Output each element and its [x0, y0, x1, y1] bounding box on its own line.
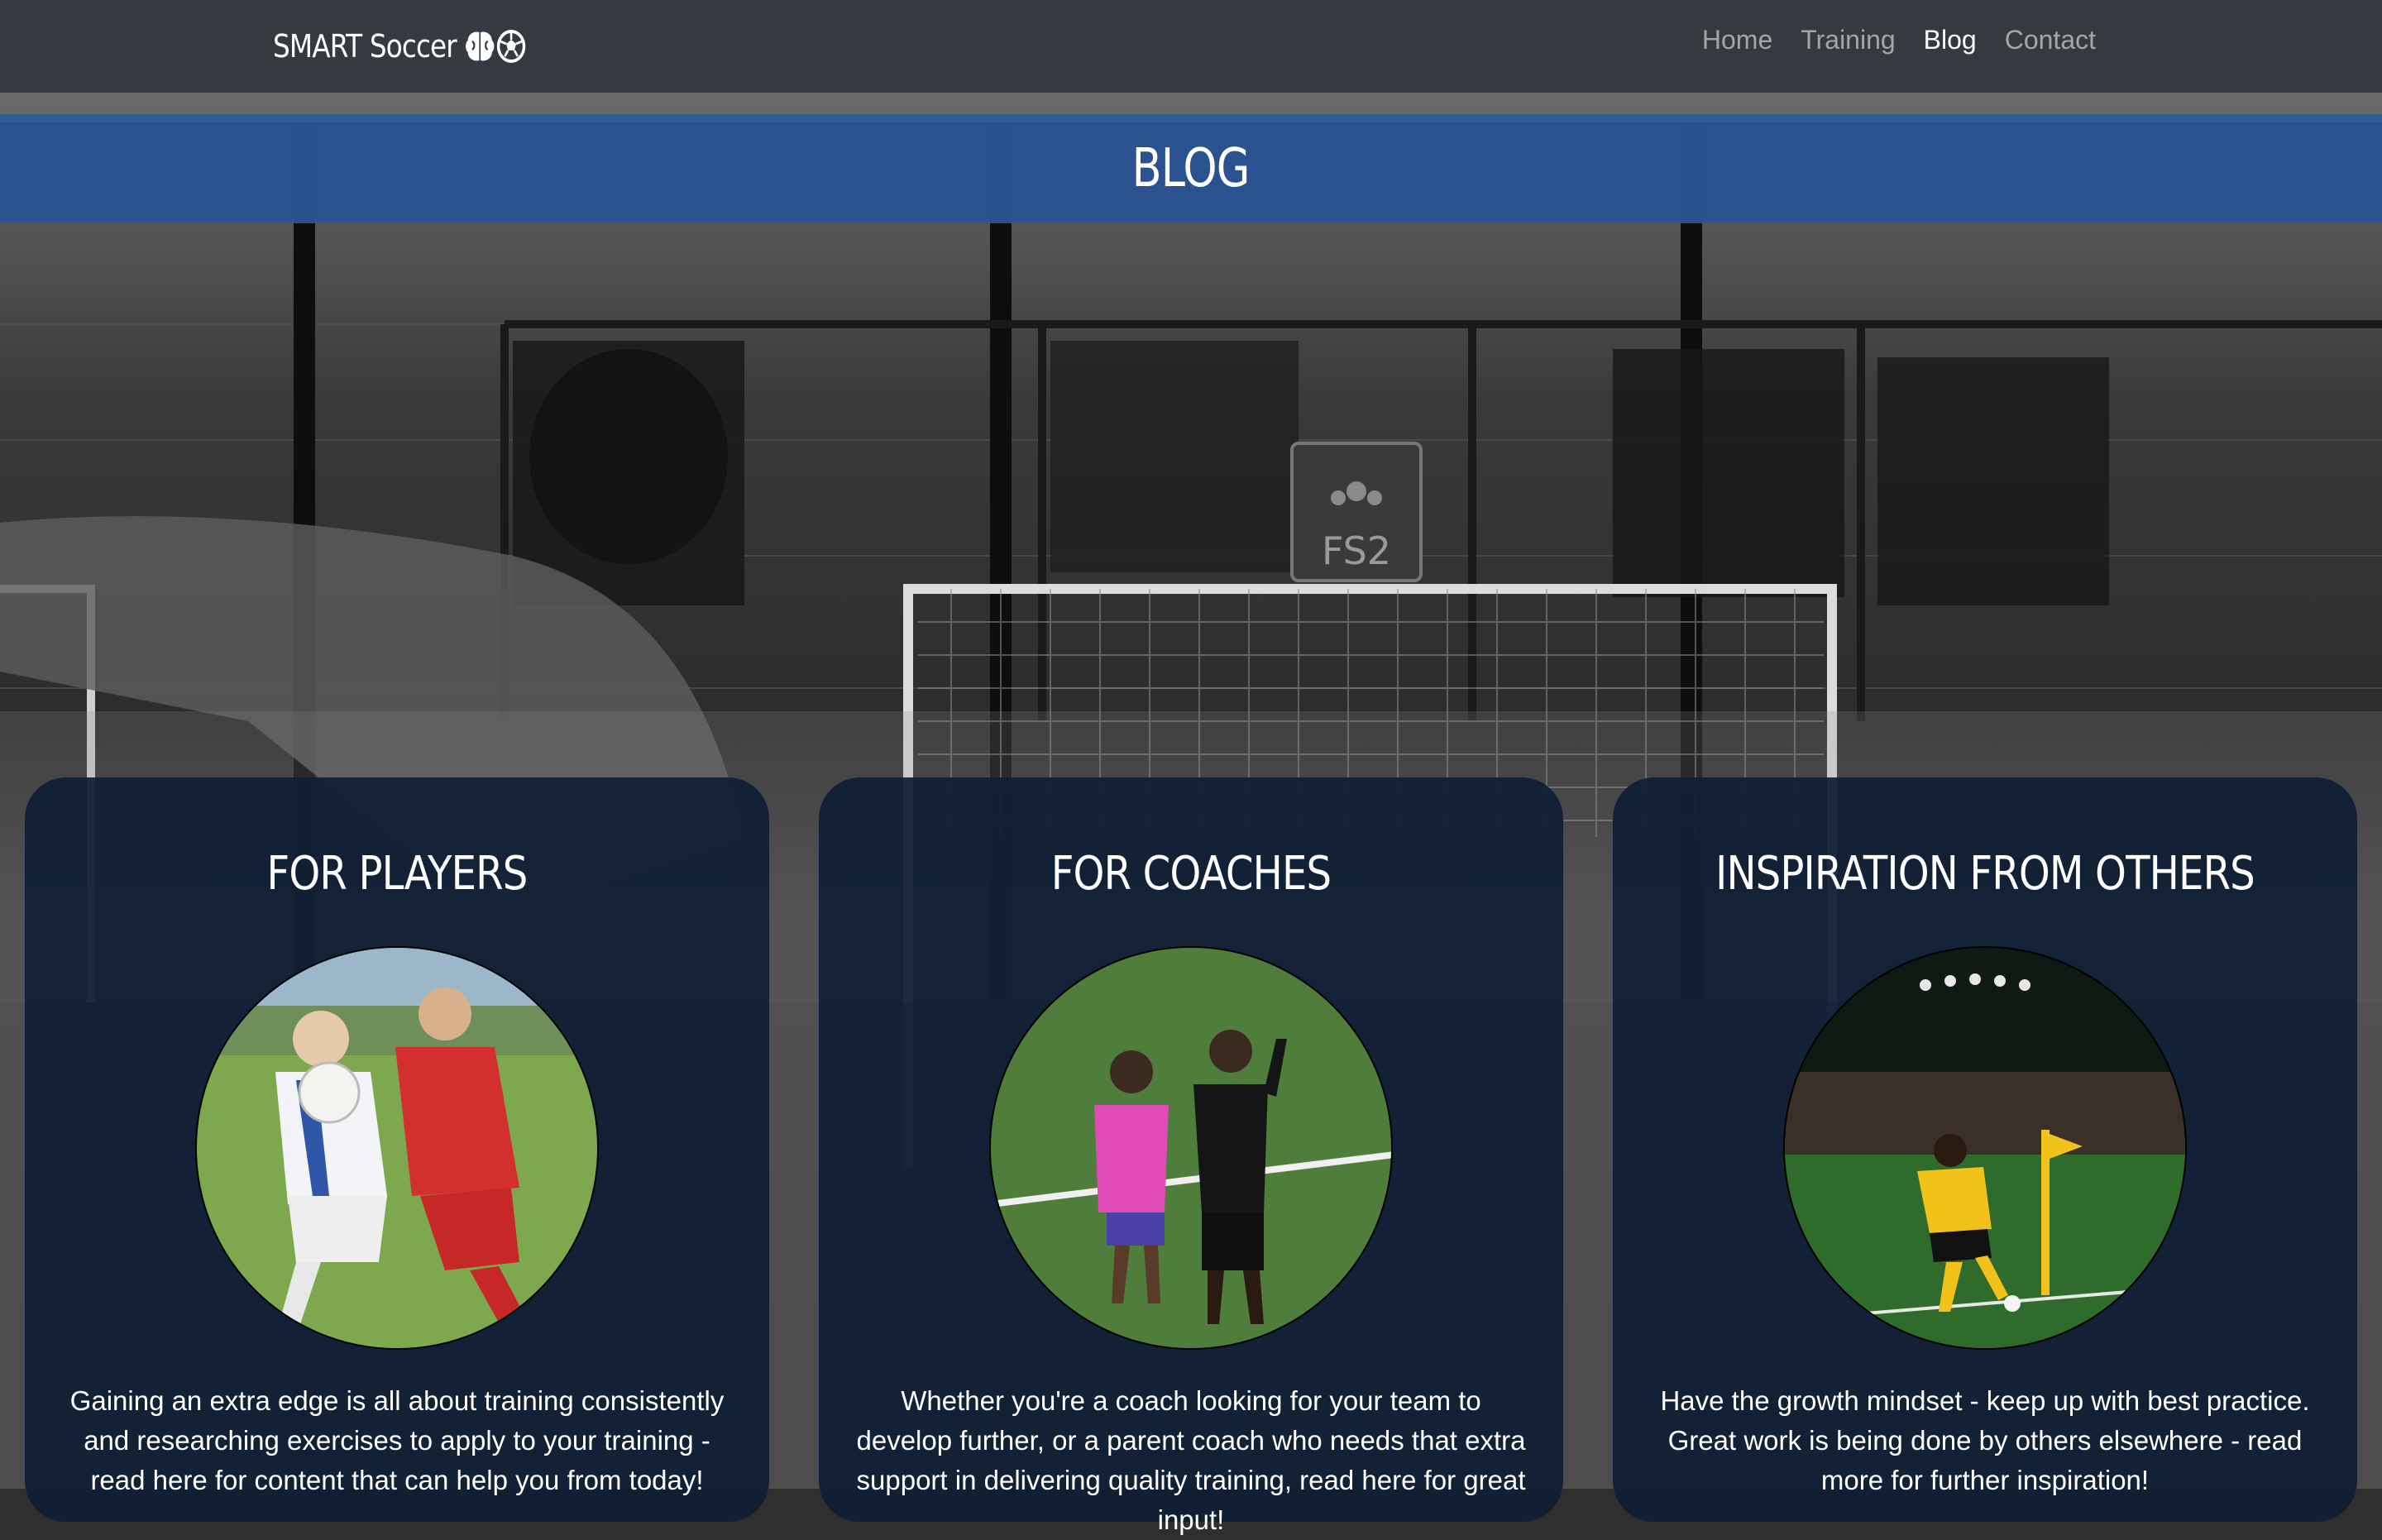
card-title: FOR PLAYERS [266, 847, 528, 901]
hero-sign-text: FS2 [1322, 528, 1391, 573]
nav-link-home[interactable]: Home [1702, 25, 1772, 55]
page-title: BLOG [1131, 138, 1251, 199]
card-title: FOR COACHES [1050, 847, 1332, 901]
brain-icon [466, 31, 495, 61]
card-text: Gaining an extra edge is all about train… [69, 1385, 725, 1495]
nav-link-blog[interactable]: Blog [1924, 25, 1977, 55]
card-text: Have the growth mindset - keep up with b… [1660, 1385, 2310, 1495]
card-image-coaches[interactable] [989, 946, 1393, 1350]
page-title-band: BLOG [0, 114, 2382, 223]
card-inspiration[interactable]: INSPIRATION FROM OTHERS Have the growth … [1613, 777, 2357, 1522]
card-for-players[interactable]: FOR PLAYERS Gaining an extra edge is all… [25, 777, 769, 1522]
card-image-players[interactable] [195, 946, 599, 1350]
navbar: SMART Soccer Home Training Blog Contact [0, 0, 2382, 93]
nav-links: Home Training Blog Contact [1702, 25, 2096, 55]
card-text: Whether you're a coach looking for your … [856, 1385, 1526, 1535]
soccer-ball-icon [496, 30, 526, 63]
nav-link-contact[interactable]: Contact [2005, 25, 2096, 55]
card-for-coaches[interactable]: FOR COACHES Whether you're a coach looki… [819, 777, 1563, 1535]
brand-link[interactable]: SMART Soccer [273, 23, 526, 69]
nav-link-training[interactable]: Training [1801, 25, 1895, 55]
card-title: INSPIRATION FROM OTHERS [1715, 847, 2255, 901]
card-image-inspiration[interactable] [1783, 946, 2187, 1350]
brand-text: SMART Soccer [273, 28, 457, 65]
